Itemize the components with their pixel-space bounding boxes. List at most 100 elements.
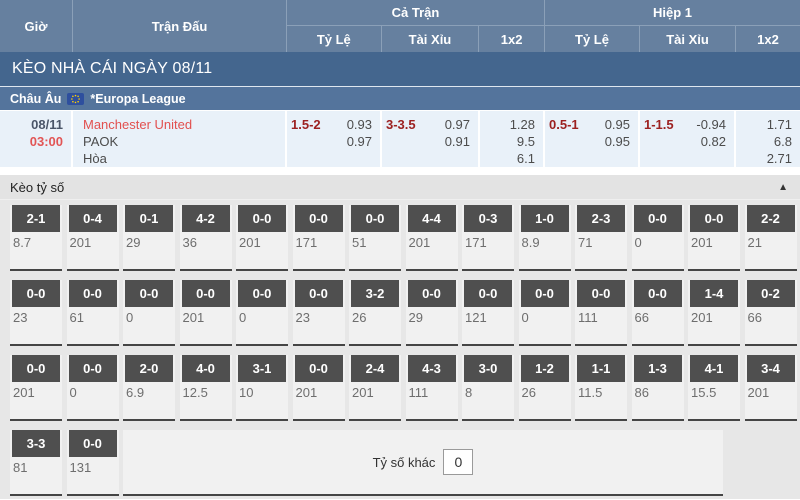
firsthalf-1x2-cell[interactable]: 1.71 6.8 2.71 — [736, 111, 800, 167]
ft-handicap-line: 1.5-2 — [291, 116, 321, 133]
score-cell[interactable]: 1-111.5 — [575, 355, 627, 421]
col-group-full-time: Cả Trận Tỷ Lệ Tài Xỉu 1x2 — [287, 0, 545, 52]
match-teams-cell: Manchester United PAOK Hòa — [73, 111, 287, 167]
home-team[interactable]: Manchester United — [83, 116, 285, 133]
score-odd: 201 — [67, 232, 119, 250]
ft-1x2-home-odd[interactable]: 1.28 — [510, 116, 535, 133]
score-odd: 61 — [67, 307, 119, 325]
fulltime-handicap-cell[interactable]: 1.5-2 0.93 0.97 — [287, 111, 382, 167]
score-cell[interactable]: 0-0131 — [67, 430, 119, 496]
score-cell[interactable]: 3-226 — [349, 280, 401, 346]
other-score-cell[interactable]: Tỷ số khác — [123, 430, 723, 496]
score-cell[interactable]: 0-061 — [67, 280, 119, 346]
score-cell[interactable]: 4-115.5 — [688, 355, 740, 421]
score-cell[interactable]: 3-381 — [10, 430, 62, 496]
other-score-input[interactable] — [443, 449, 473, 475]
h1-under-odd[interactable]: 0.82 — [701, 133, 726, 150]
h1-over-odd[interactable]: -0.94 — [696, 116, 726, 133]
score-cell[interactable]: 0-0121 — [462, 280, 514, 346]
score-cell[interactable]: 4-236 — [180, 205, 232, 271]
ft-under-odd[interactable]: 0.91 — [445, 133, 470, 150]
firsthalf-over-under-cell[interactable]: 1-1.5 -0.94 0.82 — [640, 111, 736, 167]
score-cell[interactable]: 1-08.9 — [519, 205, 571, 271]
score-cell[interactable]: 0-4201 — [67, 205, 119, 271]
h1-1x2-draw-odd[interactable]: 2.71 — [767, 150, 792, 167]
score-cell[interactable]: 4-4201 — [406, 205, 458, 271]
score-label: 4-3 — [408, 355, 456, 382]
score-cell[interactable]: 3-4201 — [745, 355, 797, 421]
correct-score-section-header[interactable]: Kèo tỷ số ▲ — [0, 175, 800, 200]
score-cell[interactable]: 3-08 — [462, 355, 514, 421]
score-cell[interactable]: 4-3111 — [406, 355, 458, 421]
score-cell[interactable]: 4-012.5 — [180, 355, 232, 421]
score-label: 2-1 — [12, 205, 60, 232]
score-odd: 201 — [180, 307, 232, 325]
score-cell[interactable]: 1-386 — [632, 355, 684, 421]
other-score-label: Tỷ số khác — [373, 455, 436, 470]
score-cell[interactable]: 0-0201 — [10, 355, 62, 421]
score-odd: 201 — [10, 382, 62, 400]
score-cell[interactable]: 2-371 — [575, 205, 627, 271]
score-label: 1-2 — [521, 355, 569, 382]
score-odd: 6.9 — [123, 382, 175, 400]
firsthalf-handicap-cell[interactable]: 0.5-1 0.95 0.95 — [545, 111, 640, 167]
score-odd: 66 — [632, 307, 684, 325]
match-kickoff-time: 03:00 — [0, 133, 63, 150]
score-cell[interactable]: 0-023 — [10, 280, 62, 346]
ft-handicap-odd-away[interactable]: 0.97 — [347, 133, 372, 150]
score-cell[interactable]: 0-00 — [67, 355, 119, 421]
score-cell[interactable]: 1-4201 — [688, 280, 740, 346]
score-label: 0-0 — [690, 205, 738, 232]
h1-1x2-away-odd[interactable]: 6.8 — [774, 133, 792, 150]
score-cell[interactable]: 0-0201 — [293, 355, 345, 421]
score-cell[interactable]: 0-051 — [349, 205, 401, 271]
ft-1x2-draw-odd[interactable]: 6.1 — [517, 150, 535, 167]
score-odd: 26 — [519, 382, 571, 400]
score-cell[interactable]: 0-023 — [293, 280, 345, 346]
score-cell[interactable]: 1-226 — [519, 355, 571, 421]
league-bar[interactable]: Châu Âu *Europa League — [0, 86, 800, 110]
score-cell[interactable]: 0-029 — [406, 280, 458, 346]
score-cell[interactable]: 2-06.9 — [123, 355, 175, 421]
league-region: Châu Âu — [10, 92, 61, 106]
h1-1x2-home-odd[interactable]: 1.71 — [767, 116, 792, 133]
score-cell[interactable]: 0-0111 — [575, 280, 627, 346]
score-cell[interactable]: 0-0201 — [236, 205, 288, 271]
score-cell[interactable]: 0-129 — [123, 205, 175, 271]
score-cell[interactable]: 2-221 — [745, 205, 797, 271]
score-cell[interactable]: 0-00 — [123, 280, 175, 346]
score-cell[interactable]: 0-0201 — [688, 205, 740, 271]
score-label: 0-0 — [464, 280, 512, 307]
section-divider — [0, 167, 800, 175]
fulltime-1x2-cell[interactable]: 1.28 9.5 6.1 — [480, 111, 545, 167]
score-odd: 8.9 — [519, 232, 571, 250]
ft-1x2-away-odd[interactable]: 9.5 — [517, 133, 535, 150]
col-header-ft-handicap: Tỷ Lệ — [287, 26, 382, 52]
score-cell[interactable]: 0-3171 — [462, 205, 514, 271]
score-odd: 201 — [236, 232, 288, 250]
score-label: 3-4 — [747, 355, 795, 382]
score-label: 1-4 — [690, 280, 738, 307]
score-cell[interactable]: 0-266 — [745, 280, 797, 346]
score-cell[interactable]: 0-00 — [519, 280, 571, 346]
fulltime-over-under-cell[interactable]: 3-3.5 0.97 0.91 — [382, 111, 480, 167]
score-cell[interactable]: 3-110 — [236, 355, 288, 421]
away-team[interactable]: PAOK — [83, 133, 285, 150]
score-odd: 111 — [575, 307, 627, 325]
h1-handicap-odd-home[interactable]: 0.95 — [605, 116, 630, 133]
score-cell[interactable]: 0-00 — [236, 280, 288, 346]
ft-over-odd[interactable]: 0.97 — [445, 116, 470, 133]
score-label: 4-4 — [408, 205, 456, 232]
collapse-triangle-icon[interactable]: ▲ — [778, 182, 788, 193]
score-cell[interactable]: 0-066 — [632, 280, 684, 346]
score-cell[interactable]: 2-18.7 — [10, 205, 62, 271]
score-label: 4-0 — [182, 355, 230, 382]
score-cell[interactable]: 0-0201 — [180, 280, 232, 346]
score-label: 0-0 — [69, 280, 117, 307]
score-cell[interactable]: 2-4201 — [349, 355, 401, 421]
h1-handicap-odd-away[interactable]: 0.95 — [605, 133, 630, 150]
score-cell[interactable]: 0-0171 — [293, 205, 345, 271]
score-label: 2-0 — [125, 355, 173, 382]
ft-handicap-odd-home[interactable]: 0.93 — [347, 116, 372, 133]
score-cell[interactable]: 0-00 — [632, 205, 684, 271]
